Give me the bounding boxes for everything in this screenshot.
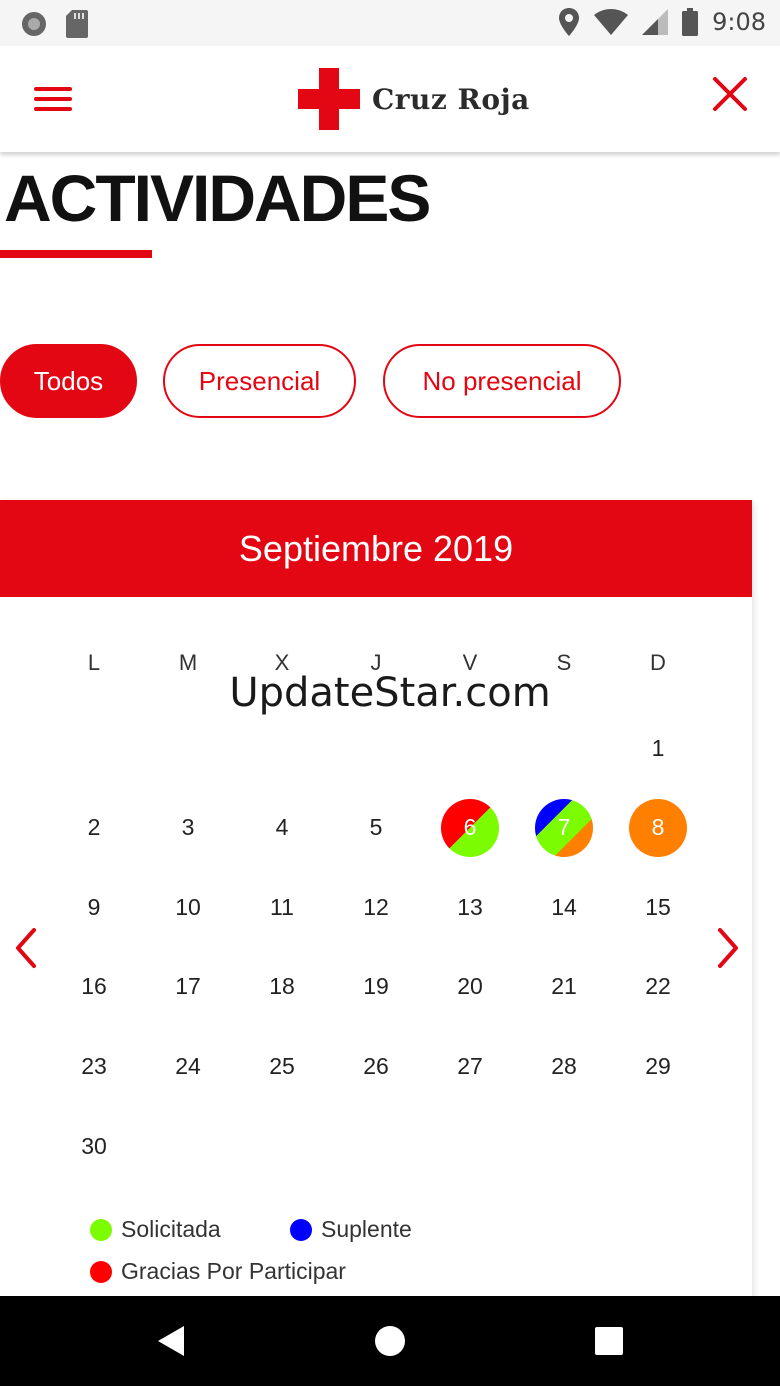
calendar-day-8[interactable]: 8 xyxy=(629,798,687,857)
calendar-day-9[interactable]: 9 xyxy=(65,878,123,936)
back-icon[interactable] xyxy=(154,1324,188,1358)
calendar-day-18[interactable]: 18 xyxy=(253,958,311,1016)
menu-icon[interactable] xyxy=(34,86,72,112)
calendar-day-19[interactable]: 19 xyxy=(347,958,405,1016)
legend-dot xyxy=(290,1218,312,1241)
weekday-label: M xyxy=(178,650,198,675)
filter-no-presencial-chip[interactable]: No presencial xyxy=(383,344,621,418)
watermark: UpdateStar.com xyxy=(229,670,551,716)
calendar-day-20[interactable]: 20 xyxy=(441,958,499,1016)
filter-presencial-chip[interactable]: Presencial xyxy=(163,344,356,418)
calendar-day-1[interactable]: 1 xyxy=(629,719,687,777)
page-title: ACTIVIDADES xyxy=(4,161,431,235)
weekday-label: D xyxy=(650,650,666,675)
wifi-icon xyxy=(594,9,629,35)
calendar-day-29[interactable]: 29 xyxy=(629,1037,687,1095)
calendar-day-12[interactable]: 12 xyxy=(347,878,405,936)
calendar-day-15[interactable]: 15 xyxy=(629,878,687,936)
calendar-day-11[interactable]: 11 xyxy=(253,878,311,936)
calendar-day-4[interactable]: 4 xyxy=(253,799,311,857)
close-icon[interactable] xyxy=(712,76,748,112)
legend-label: Suplente xyxy=(321,1216,412,1242)
battery-icon xyxy=(682,8,699,36)
calendar-day-10[interactable]: 10 xyxy=(159,878,217,936)
legend-label: Solicitada xyxy=(121,1216,221,1242)
signal-icon xyxy=(642,9,669,35)
legend-dot xyxy=(90,1260,112,1283)
weekday-label: V xyxy=(462,650,478,675)
recents-icon[interactable] xyxy=(595,1327,623,1355)
status-bar: 9:08 xyxy=(0,0,780,46)
legend-dot xyxy=(90,1218,112,1241)
calendar-day-28[interactable]: 28 xyxy=(535,1037,593,1095)
legend-gracias: Gracias Por Participar xyxy=(90,1258,346,1285)
calendar-day-21[interactable]: 21 xyxy=(535,958,593,1016)
calendar-day-25[interactable]: 25 xyxy=(253,1037,311,1095)
location-icon xyxy=(559,8,580,36)
system-nav-bar xyxy=(0,1296,780,1386)
title-underline xyxy=(0,250,152,258)
next-month-arrow-icon[interactable] xyxy=(714,926,744,970)
calendar-day-27[interactable]: 27 xyxy=(441,1037,499,1095)
legend-label: Gracias Por Participar xyxy=(121,1258,346,1284)
calendar-day-2[interactable]: 2 xyxy=(65,799,123,857)
calendar-day-30[interactable]: 30 xyxy=(65,1117,123,1175)
calendar-day-7[interactable]: 7 xyxy=(535,798,593,857)
filter-todos-chip[interactable]: Todos xyxy=(0,344,137,418)
calendar-month-header: Septiembre 2019 xyxy=(0,500,752,597)
weekday-label: X xyxy=(274,650,290,675)
cruz-roja-logo: Cruz Roja xyxy=(298,68,530,130)
logo-text: Cruz Roja xyxy=(372,82,530,116)
previous-month-arrow-icon[interactable] xyxy=(10,926,40,970)
legend-suplente: Suplente xyxy=(290,1216,412,1243)
calendar-day-17[interactable]: 17 xyxy=(159,958,217,1016)
home-icon[interactable] xyxy=(373,1324,407,1358)
calendar-day-22[interactable]: 22 xyxy=(629,958,687,1016)
weekday-label: L xyxy=(87,650,101,675)
record-icon xyxy=(22,12,46,36)
sd-card-icon xyxy=(66,10,88,38)
red-cross-icon xyxy=(298,68,360,130)
calendar-day-6[interactable]: 6 xyxy=(441,798,499,857)
calendar-day-23[interactable]: 23 xyxy=(65,1037,123,1095)
calendar-card: Septiembre 2019 L M X J V S D 1 2 3 4 5 6 7 8 9 10 11 12 13… xyxy=(0,500,752,1300)
weekday-label: J xyxy=(370,650,382,675)
calendar-day-16[interactable]: 16 xyxy=(65,958,123,1016)
calendar-day-5[interactable]: 5 xyxy=(347,799,405,857)
legend-solicitada: Solicitada xyxy=(90,1216,221,1243)
calendar-day-26[interactable]: 26 xyxy=(347,1037,405,1095)
calendar-day-24[interactable]: 24 xyxy=(159,1037,217,1095)
calendar-day-13[interactable]: 13 xyxy=(441,878,499,936)
status-time: 9:08 xyxy=(712,8,766,36)
app-bar: Cruz Roja xyxy=(0,46,780,152)
calendar-day-14[interactable]: 14 xyxy=(535,878,593,936)
calendar-day-3[interactable]: 3 xyxy=(159,799,217,857)
weekday-label: S xyxy=(556,650,572,675)
